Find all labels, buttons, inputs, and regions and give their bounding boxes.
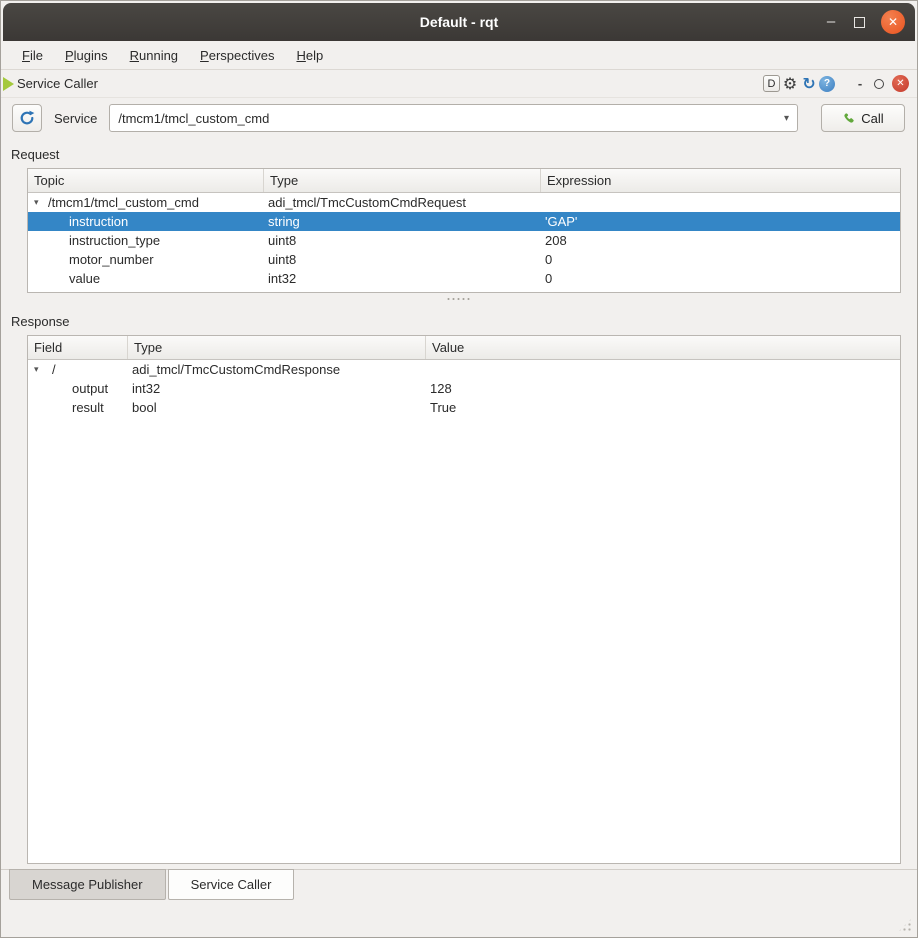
cell-topic: value [28,269,264,288]
response-table-body: ▾/adi_tmcl/TmcCustomCmdResponseoutputint… [28,360,900,417]
cell-type: bool [128,398,426,417]
menu-plugins[interactable]: Plugins [56,44,117,67]
dock-tab-bar: Message PublisherService Caller [1,869,917,901]
cell-topic: instruction [28,212,264,231]
help-icon[interactable]: ? [819,76,835,92]
close-button[interactable]: ✕ [881,10,905,34]
cell-value [426,360,900,379]
cell-field: result [28,398,128,417]
request-table: TopicTypeExpression ▾/tmcm1/tmcl_custom_… [27,168,901,293]
expander-icon[interactable]: ▾ [34,193,39,212]
tab-service-caller[interactable]: Service Caller [168,869,295,900]
cell-value: True [426,398,900,417]
gear-icon[interactable]: ⚙ [781,75,799,93]
request-section-label: Request [11,147,917,163]
minimize-button[interactable]: – [824,17,838,27]
response-section-label: Response [11,314,917,330]
cell-type: uint8 [264,250,541,269]
plugin-minimize-button[interactable]: - [851,75,869,93]
splitter-handle[interactable] [1,293,917,305]
table-row[interactable]: instructionstring'GAP' [28,212,900,231]
table-row[interactable]: instruction_typeuint8208 [28,231,900,250]
service-toolbar: Service /tmcm1/tmcl_custom_cmd ▾ Call [1,98,917,138]
table-row[interactable]: valueint320 [28,269,900,288]
rqt-window: Default - rqt – ✕ FilePluginsRunningPers… [0,0,918,938]
window-controls: – ✕ [824,3,905,41]
cell-expression: 0 [541,269,900,288]
window-titlebar[interactable]: Default - rqt – ✕ [3,3,915,41]
table-row[interactable]: resultboolTrue [28,398,900,417]
menu-file[interactable]: File [13,44,52,67]
expander-icon[interactable]: ▾ [34,360,39,379]
cell-type: int32 [128,379,426,398]
cell-topic: ▾/tmcm1/tmcl_custom_cmd [28,193,264,212]
tab-message-publisher[interactable]: Message Publisher [9,869,166,900]
menu-help[interactable]: Help [287,44,332,67]
cell-expression: 208 [541,231,900,250]
request-table-header: TopicTypeExpression [28,169,900,193]
cell-expression: 'GAP' [541,212,900,231]
request-table-body: ▾/tmcm1/tmcl_custom_cmdadi_tmcl/TmcCusto… [28,193,900,288]
column-header-value[interactable]: Value [426,336,900,359]
table-row[interactable]: motor_numberuint80 [28,250,900,269]
plugin-title: Service Caller [17,76,98,91]
menu-perspectives[interactable]: Perspectives [191,44,283,67]
service-label: Service [54,111,97,126]
maximize-button[interactable] [854,17,865,28]
resize-grip[interactable] [897,917,913,933]
plugin-float-button[interactable] [874,79,884,89]
cell-expression [541,193,900,212]
status-bar [1,901,917,937]
column-header-expression[interactable]: Expression [541,169,900,192]
cell-type: uint8 [264,231,541,250]
menu-running[interactable]: Running [121,44,187,67]
plugin-play-icon [3,77,14,91]
cell-type: adi_tmcl/TmcCustomCmdResponse [128,360,426,379]
cell-topic: instruction_type [28,231,264,250]
table-row[interactable]: outputint32128 [28,379,900,398]
response-table-header: FieldTypeValue [28,336,900,360]
cell-field: ▾/ [28,360,128,379]
column-header-topic[interactable]: Topic [28,169,264,192]
phone-icon [842,111,856,125]
refresh-icon [19,110,35,126]
service-combo-value: /tmcm1/tmcl_custom_cmd [118,111,269,126]
cell-topic: motor_number [28,250,264,269]
dock-button[interactable]: D [763,75,780,92]
cell-type: adi_tmcl/TmcCustomCmdRequest [264,193,541,212]
chevron-down-icon: ▾ [784,113,789,124]
response-table: FieldTypeValue ▾/adi_tmcl/TmcCustomCmdRe… [27,335,901,864]
column-header-type[interactable]: Type [264,169,541,192]
menu-bar: FilePluginsRunningPerspectivesHelp [1,41,917,70]
reload-plugin-icon[interactable]: ↻ [800,75,818,93]
cell-value: 128 [426,379,900,398]
refresh-services-button[interactable] [12,104,42,132]
column-header-type[interactable]: Type [128,336,426,359]
table-row[interactable]: ▾/tmcm1/tmcl_custom_cmdadi_tmcl/TmcCusto… [28,193,900,212]
plugin-title-bar: Service Caller D ⚙ ↻ ? - ✕ [1,70,917,98]
cell-type: int32 [264,269,541,288]
call-button[interactable]: Call [821,104,905,132]
plugin-toolbar-icons: D ⚙ ↻ ? - ✕ [763,75,909,93]
cell-expression: 0 [541,250,900,269]
service-combo[interactable]: /tmcm1/tmcl_custom_cmd ▾ [109,104,798,132]
table-row[interactable]: ▾/adi_tmcl/TmcCustomCmdResponse [28,360,900,379]
call-button-label: Call [861,111,883,126]
cell-field: output [28,379,128,398]
plugin-close-button[interactable]: ✕ [892,75,909,92]
cell-type: string [264,212,541,231]
splitter-dots-icon [446,297,472,301]
window-title: Default - rqt [3,3,915,41]
column-header-field[interactable]: Field [28,336,128,359]
